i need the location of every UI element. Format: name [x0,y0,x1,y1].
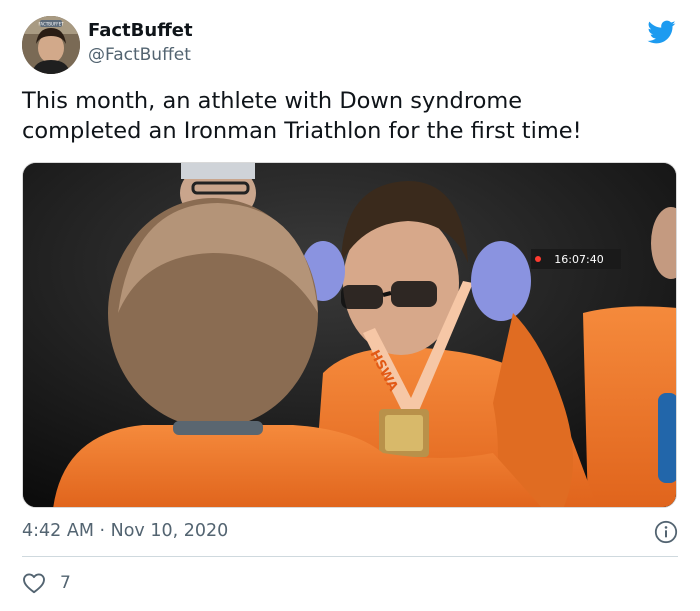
author-info: FactBuffet @FactBuffet [88,20,193,66]
ironman-medal-photo: 16:07:40 HSWA [23,163,676,507]
tweet-card: FACTBUFFET FactBuffet @FactBuffet This m… [0,0,700,611]
like-button[interactable]: 7 [22,571,71,595]
avatar-photo: FACTBUFFET [22,16,80,74]
author-avatar[interactable]: FACTBUFFET [22,16,80,74]
divider [22,556,678,557]
avatar-badge-text: FACTBUFFET [38,22,64,27]
tweet-photo[interactable]: 16:07:40 HSWA [22,162,677,508]
heart-icon[interactable] [22,572,46,594]
tweet-timestamp[interactable]: 4:42 AM · Nov 10, 2020 [22,519,228,543]
race-clock-text: 16:07:40 [554,253,603,266]
author-name[interactable]: FactBuffet [88,20,193,42]
author-handle[interactable]: @FactBuffet [88,44,193,66]
twitter-bird-icon[interactable] [646,18,678,46]
tweet-text: This month, an athlete with Down syndrom… [22,88,582,144]
info-icon[interactable] [654,520,678,544]
like-count: 7 [60,573,71,593]
